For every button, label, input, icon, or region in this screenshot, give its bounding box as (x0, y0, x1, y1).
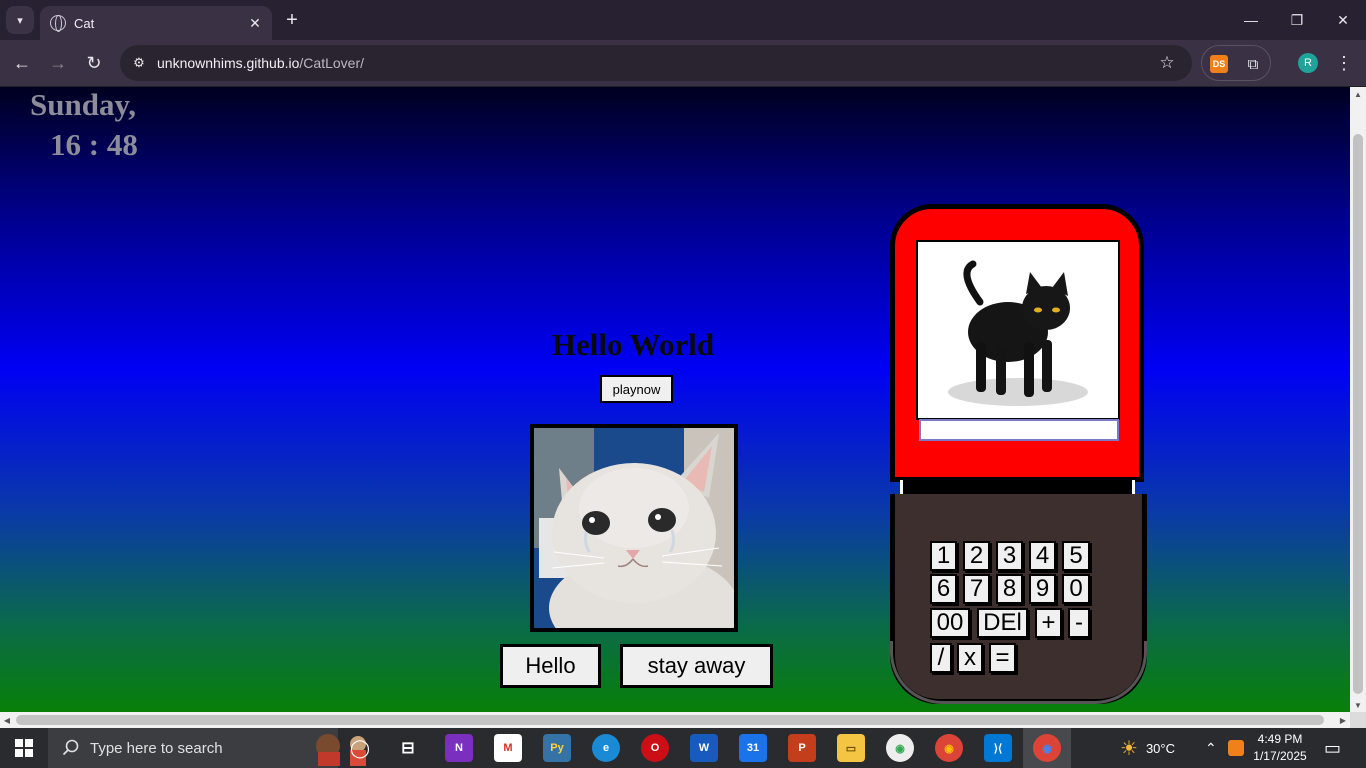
task-view-icon[interactable]: ⊟ (394, 734, 422, 762)
key-4[interactable]: 4 (1029, 541, 1056, 571)
windows-logo-icon (15, 739, 33, 757)
key-7[interactable]: 7 (963, 574, 990, 604)
powerpoint-icon[interactable]: P (788, 734, 816, 762)
vscode-icon[interactable]: ⟩⟨ (984, 734, 1012, 762)
globe-icon (50, 15, 66, 32)
extensions-group: DS ⧉ (1201, 45, 1271, 81)
crying-cat-image (530, 424, 738, 632)
browser-toolbar: ← → ↻ ⚙ unknownhims.github.io/CatLover/ … (0, 40, 1366, 86)
scroll-up-icon[interactable]: ▲ (1350, 87, 1366, 101)
horizontal-scrollbar[interactable]: ◀ ▶ (0, 712, 1350, 728)
key-1[interactable]: 1 (930, 541, 957, 571)
url-text[interactable]: unknownhims.github.io/CatLover/ (157, 55, 364, 71)
taskbar-time: 4:49 PM (1257, 732, 1303, 746)
key-6[interactable]: 6 (930, 574, 957, 604)
search-placeholder: Type here to search (90, 739, 223, 757)
opera-icon[interactable]: O (641, 734, 669, 762)
key-0[interactable]: 0 (1062, 574, 1090, 604)
tab-search-button[interactable]: ▾ (6, 6, 34, 34)
key-multiply[interactable]: x (957, 643, 983, 673)
chrome-profile-icon[interactable]: ◉ (886, 734, 914, 762)
profile-avatar[interactable]: R (1298, 53, 1318, 73)
address-bar[interactable]: ⚙ unknownhims.github.io/CatLover/ ☆ (120, 45, 1192, 81)
key-9[interactable]: 9 (1029, 574, 1056, 604)
calendar-icon[interactable]: 31 (739, 734, 767, 762)
black-cat-image (948, 260, 1088, 406)
back-button[interactable]: ← (8, 49, 36, 77)
edge-icon[interactable]: e (592, 734, 620, 762)
python-icon[interactable]: Py (543, 734, 571, 762)
restore-button[interactable]: ❐ (1274, 0, 1320, 40)
phone-top-shell (890, 204, 1144, 482)
horizontal-scroll-thumb[interactable] (16, 715, 1324, 725)
taskbar-search-box[interactable]: Type here to search (48, 728, 366, 768)
scroll-left-icon[interactable]: ◀ (0, 712, 14, 728)
hello-button[interactable]: Hello (500, 644, 601, 688)
minimize-button[interactable]: — (1228, 0, 1274, 40)
key-00[interactable]: 00 (930, 608, 970, 638)
new-tab-button[interactable]: + (280, 8, 304, 32)
notifications-icon[interactable]: ▭ (1324, 728, 1341, 768)
stay-away-button[interactable]: stay away (620, 644, 773, 688)
time-label: 16 : 48 (50, 127, 138, 162)
active-tab[interactable]: Cat ✕ (40, 6, 272, 40)
playnow-button[interactable]: playnow (600, 375, 673, 403)
tray-app-icon[interactable] (1228, 728, 1244, 768)
ds-extension-icon[interactable]: DS (1210, 55, 1228, 73)
vertical-scroll-thumb[interactable] (1353, 134, 1363, 694)
windows-taskbar: Type here to search ◯ ⊟ N M Py e O W 31 … (0, 728, 1366, 768)
key-2[interactable]: 2 (963, 541, 990, 571)
key-8[interactable]: 8 (996, 574, 1023, 604)
chrome-icon[interactable]: ◉ (935, 734, 963, 762)
taskbar-date: 1/17/2025 (1253, 749, 1307, 763)
key-del[interactable]: DEl (977, 608, 1028, 638)
search-icon (62, 739, 79, 756)
chrome-active-icon[interactable]: ◉ (1033, 734, 1061, 762)
vertical-scrollbar[interactable]: ▲ ▼ (1350, 87, 1366, 712)
phone-screen (916, 240, 1120, 420)
extensions-puzzle-icon[interactable]: ⧉ (1242, 53, 1264, 75)
tab-strip: ▾ Cat ✕ + — ❐ ✕ (0, 0, 1366, 40)
scrollbar-corner (1350, 712, 1366, 728)
show-hidden-icons[interactable]: ⌃ (1205, 728, 1217, 768)
key-equals[interactable]: = (989, 643, 1016, 673)
start-button[interactable] (0, 728, 48, 768)
taskbar-clock[interactable]: 4:49 PM 1/17/2025 (1250, 731, 1310, 765)
onenote-icon[interactable]: N (445, 734, 473, 762)
file-explorer-icon[interactable]: ▭ (837, 734, 865, 762)
page-content: Sunday, 16 : 48 Hello World playnow Hell… (0, 87, 1350, 712)
close-window-button[interactable]: ✕ (1320, 0, 1366, 40)
phone-display-input[interactable] (919, 419, 1119, 441)
browser-menu-icon[interactable]: ⋮ (1332, 50, 1356, 76)
key-5[interactable]: 5 (1062, 541, 1090, 571)
key-3[interactable]: 3 (996, 541, 1023, 571)
key-plus[interactable]: + (1035, 608, 1062, 638)
temperature-label: 30°C (1145, 740, 1175, 756)
cortana-icon[interactable]: ◯ (346, 734, 374, 762)
tab-title: Cat (74, 15, 95, 31)
site-info-icon[interactable]: ⚙ (128, 52, 150, 74)
gmail-icon[interactable]: M (494, 734, 522, 762)
scroll-right-icon[interactable]: ▶ (1336, 712, 1350, 728)
key-divide[interactable]: / (930, 643, 952, 673)
day-label: Sunday, (30, 87, 137, 122)
key-minus[interactable]: - (1068, 608, 1090, 638)
forward-button[interactable]: → (44, 49, 72, 77)
weather-widget[interactable]: ☀ 30°C (1120, 728, 1175, 768)
bookmark-star-icon[interactable]: ☆ (1156, 52, 1178, 74)
weather-icon: ☀ (1120, 737, 1138, 760)
reload-button[interactable]: ↻ (80, 49, 108, 77)
word-icon[interactable]: W (690, 734, 718, 762)
scroll-down-icon[interactable]: ▼ (1350, 698, 1366, 712)
close-tab-icon[interactable]: ✕ (244, 12, 266, 34)
